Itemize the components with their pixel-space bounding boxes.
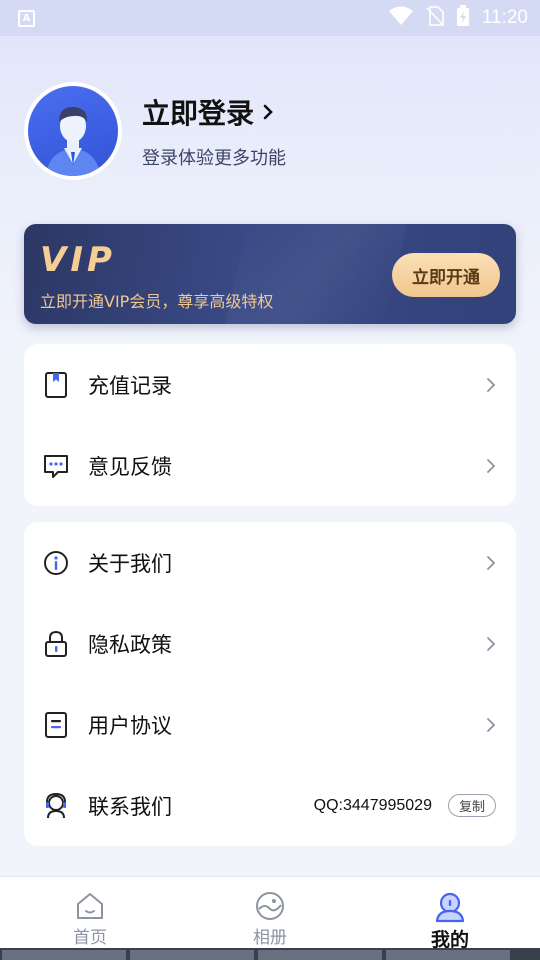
battery-charging-icon bbox=[456, 5, 470, 31]
menu-label: 隐私政策 bbox=[88, 632, 172, 657]
chevron-right-icon bbox=[486, 555, 496, 571]
menu-item-contact-us: 联系我们 QQ:3447995029 复制 bbox=[24, 765, 516, 846]
menu-label: 联系我们 bbox=[88, 794, 172, 819]
avatar[interactable] bbox=[24, 82, 122, 180]
login-profile-area[interactable]: 立即登录 登录体验更多功能 bbox=[24, 82, 286, 180]
menu-item-about-us[interactable]: 关于我们 bbox=[24, 522, 516, 603]
task-thumbnail bbox=[386, 950, 510, 960]
default-avatar-icon bbox=[46, 106, 100, 176]
chevron-right-icon bbox=[486, 377, 496, 393]
vip-logo: VIP bbox=[40, 240, 116, 280]
app-notification-icon: A bbox=[18, 9, 35, 27]
nav-label: 首页 bbox=[73, 928, 107, 948]
chevron-right-icon bbox=[486, 636, 496, 652]
menu-label: 充值记录 bbox=[88, 373, 172, 398]
status-time: 11:20 bbox=[481, 7, 528, 28]
nav-tab-mine[interactable]: 我的 bbox=[360, 877, 540, 951]
copy-button[interactable]: 复制 bbox=[447, 794, 496, 817]
menu-card-records: 充值记录 意见反馈 bbox=[24, 344, 516, 506]
chevron-right-icon bbox=[486, 458, 496, 474]
album-icon bbox=[253, 891, 287, 921]
qq-number: QQ:3447995029 bbox=[313, 796, 432, 814]
no-sim-icon bbox=[426, 6, 444, 30]
wifi-icon bbox=[388, 6, 414, 30]
recharge-book-icon bbox=[42, 371, 70, 399]
menu-item-recharge-records[interactable]: 充值记录 bbox=[24, 344, 516, 425]
vip-open-button[interactable]: 立即开通 bbox=[392, 253, 500, 297]
nav-tab-album[interactable]: 相册 bbox=[180, 877, 360, 948]
feedback-chat-icon bbox=[42, 452, 70, 480]
nav-label: 相册 bbox=[253, 928, 287, 948]
profile-icon bbox=[433, 891, 467, 923]
home-icon bbox=[73, 891, 107, 921]
task-thumbnail bbox=[130, 950, 254, 960]
task-thumbnail bbox=[258, 950, 382, 960]
chevron-right-icon bbox=[486, 717, 496, 733]
menu-label: 关于我们 bbox=[88, 551, 172, 576]
login-title[interactable]: 立即登录 bbox=[142, 92, 286, 132]
menu-label: 用户协议 bbox=[88, 713, 172, 738]
nav-tab-home[interactable]: 首页 bbox=[0, 877, 180, 948]
bottom-navigation: 首页 相册 我的 bbox=[0, 876, 540, 951]
menu-item-user-agreement[interactable]: 用户协议 bbox=[24, 684, 516, 765]
menu-item-feedback[interactable]: 意见反馈 bbox=[24, 425, 516, 506]
vip-banner[interactable]: VIP 立即开通VIP会员，尊享高级特权 立即开通 bbox=[24, 224, 516, 324]
system-taskbar bbox=[0, 948, 540, 960]
menu-label: 意见反馈 bbox=[88, 454, 172, 479]
info-icon bbox=[42, 549, 70, 577]
chevron-right-icon bbox=[262, 103, 274, 121]
menu-item-privacy-policy[interactable]: 隐私政策 bbox=[24, 603, 516, 684]
customer-service-icon bbox=[42, 792, 70, 820]
login-title-text: 立即登录 bbox=[142, 97, 255, 130]
vip-description: 立即开通VIP会员，尊享高级特权 bbox=[40, 292, 274, 311]
menu-card-info: 关于我们 隐私政策 用户协议 联系我们 QQ:3447995029 复制 bbox=[24, 522, 516, 846]
status-bar: A 11:20 bbox=[0, 0, 540, 36]
document-icon bbox=[42, 711, 70, 739]
task-thumbnail bbox=[2, 950, 126, 960]
login-subtitle: 登录体验更多功能 bbox=[142, 148, 286, 169]
lock-icon bbox=[42, 630, 70, 658]
